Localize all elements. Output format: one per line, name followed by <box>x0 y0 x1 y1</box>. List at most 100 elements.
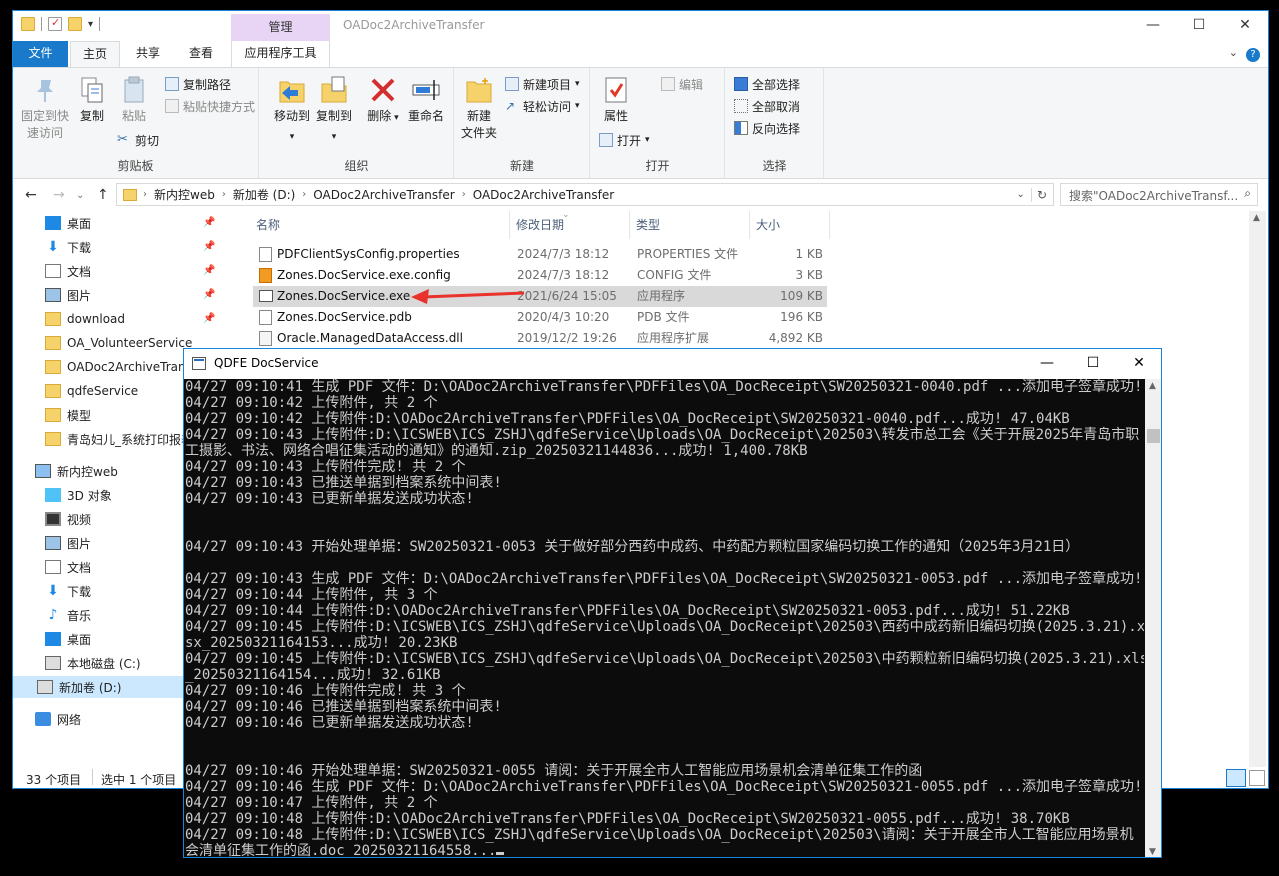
new-folder-icon[interactable] <box>68 17 82 31</box>
tab-file[interactable]: 文件 <box>13 41 68 67</box>
maximize-button[interactable]: ☐ <box>1176 11 1222 41</box>
breadcrumb-item[interactable]: OADoc2ArchiveTransfer <box>466 188 621 202</box>
nav-item-downloads-pinned[interactable]: ⬇ 下载 <box>45 236 91 258</box>
move-to-button[interactable]: 移动到 ▾ <box>272 74 312 146</box>
nav-item-this-pc[interactable]: 新内控web <box>35 460 118 482</box>
nav-label: 下载 <box>67 584 92 599</box>
back-arrow-icon[interactable]: ← <box>25 187 37 203</box>
nav-item-documents[interactable]: 文档 <box>45 556 91 578</box>
column-header-size[interactable]: 大小 <box>750 211 830 239</box>
close-button[interactable]: ✕ <box>1222 11 1268 41</box>
console-scroll-thumb[interactable] <box>1147 429 1160 443</box>
nav-item-download-folder[interactable]: download <box>45 308 125 330</box>
nav-item-downloads[interactable]: ⬇ 下载 <box>45 580 91 602</box>
console-minimize-button[interactable]: — <box>1024 349 1070 379</box>
large-icons-view-icon[interactable] <box>1249 770 1265 786</box>
status-divider <box>92 769 93 785</box>
nav-item-oa-volunteer[interactable]: OA_VolunteerService <box>45 332 192 354</box>
pin-icon[interactable]: 📌 <box>203 265 215 276</box>
file-row[interactable]: Zones.DocService.exe.config 2024/7/3 18:… <box>253 265 827 286</box>
pin-icon[interactable]: 📌 <box>203 217 215 228</box>
manage-tab[interactable]: 管理 <box>231 14 330 41</box>
tab-app-tools[interactable]: 应用程序工具 <box>231 41 330 67</box>
paste-shortcut-button[interactable]: 粘贴快捷方式 <box>165 96 255 116</box>
column-header-date[interactable]: 修改日期 ⌄ <box>510 210 630 239</box>
console-output[interactable]: 04/27 09:10:41 生成 PDF 文件：D:\OADoc2Archiv… <box>184 379 1144 857</box>
properties-icon[interactable] <box>48 16 62 31</box>
refresh-icon[interactable]: ↻ <box>1030 187 1047 202</box>
scroll-up-icon[interactable]: ▲ <box>1253 213 1260 223</box>
nav-item-qdfeservice[interactable]: qdfeService <box>45 380 138 402</box>
minimize-button[interactable]: — <box>1130 11 1176 41</box>
console-line: 04/27 09:10:47 上传附件, 共 2 个 <box>185 795 438 811</box>
file-row[interactable]: Oracle.ManagedDataAccess.dll 2019/12/2 1… <box>253 328 827 349</box>
easy-access-button[interactable]: ↗ 轻松访问 ▾ <box>505 96 580 116</box>
nav-item-oadoc2archive[interactable]: OADoc2ArchiveTrans <box>45 356 192 378</box>
help-icon[interactable]: ? <box>1246 48 1260 62</box>
copy-path-button[interactable]: 复制路径 <box>165 74 231 94</box>
breadcrumb-item[interactable]: 新加卷 (D:) <box>226 186 302 203</box>
console-close-button[interactable]: ✕ <box>1116 349 1161 379</box>
up-arrow-icon[interactable]: ↑ <box>97 187 109 203</box>
cut-button[interactable]: ✂ 剪切 <box>117 130 159 150</box>
tab-share[interactable]: 共享 <box>123 41 173 67</box>
file-list-scrollbar[interactable]: ▲ <box>1249 211 1266 767</box>
new-folder-button[interactable]: 新建 文件夹 <box>457 74 501 142</box>
copy-button[interactable]: 复制 <box>75 74 109 125</box>
address-dropdown-icon[interactable]: ⌄ <box>1017 189 1025 200</box>
paste-button[interactable]: 粘贴 <box>117 74 151 125</box>
details-view-icon[interactable] <box>1226 769 1246 787</box>
file-row[interactable]: Zones.DocService.pdb 2020/4/3 10:20 PDB … <box>253 307 827 328</box>
nav-item-desktop[interactable]: 桌面 <box>45 628 91 650</box>
search-input[interactable]: 搜索"OADoc2ArchiveTransf... ⌕ <box>1060 183 1258 206</box>
nav-item-qingdao-report[interactable]: 青岛妇儿_系统打印报表 <box>45 428 193 450</box>
chevron-down-icon[interactable]: ⌄ <box>1229 46 1238 59</box>
column-header-name[interactable]: 名称 <box>250 211 510 239</box>
select-none-button[interactable]: 全部取消 <box>734 96 800 116</box>
console-scrollbar[interactable]: ▲ ▼ <box>1145 379 1161 857</box>
new-item-button[interactable]: 新建项目 ▾ <box>505 74 580 94</box>
pin-icon[interactable]: 📌 <box>203 313 215 324</box>
console-maximize-button[interactable]: ☐ <box>1070 349 1116 379</box>
edit-button[interactable]: 编辑 <box>661 74 703 94</box>
nav-item-documents-pinned[interactable]: 文档 <box>45 260 91 282</box>
console-line: sx_20250321164153...成功! 20.23KB <box>185 635 458 651</box>
open-button[interactable]: 打开 ▾ <box>599 130 650 150</box>
tab-home[interactable]: 主页 <box>70 41 120 67</box>
select-all-button[interactable]: 全部选择 <box>734 74 800 94</box>
file-row[interactable]: PDFClientSysConfig.properties 2024/7/3 1… <box>253 244 827 265</box>
nav-item-network[interactable]: 网络 <box>35 708 81 730</box>
address-bar[interactable]: › 新内控web › 新加卷 (D:) › OADoc2ArchiveTrans… <box>116 183 1054 206</box>
invert-selection-button[interactable]: 反向选择 <box>734 118 800 138</box>
pin-icon[interactable]: 📌 <box>203 289 215 300</box>
console-line: 04/27 09:10:44 上传附件:D:\OADoc2ArchiveTran… <box>185 603 1070 619</box>
recent-locations-icon[interactable]: ⌄ <box>76 190 84 201</box>
customize-toolbar-icon[interactable]: ▾ <box>88 19 93 30</box>
breadcrumb-item[interactable]: 新内控web <box>147 186 222 203</box>
scroll-down-icon[interactable]: ▼ <box>1149 847 1156 857</box>
nav-item-pictures-pinned[interactable]: 图片 <box>45 284 91 306</box>
nav-item-music[interactable]: ♪ 音乐 <box>45 604 91 626</box>
nav-item-drive-d[interactable]: 新加卷 (D:) <box>13 676 184 698</box>
nav-item-models[interactable]: 模型 <box>45 404 91 426</box>
delete-label: 删除 ▾ <box>367 109 399 123</box>
pin-quick-access-button[interactable]: 固定到快 速访问 <box>17 74 73 142</box>
nav-item-desktop-pinned[interactable]: 桌面 <box>45 212 91 234</box>
delete-button[interactable]: 删除 ▾ <box>366 74 400 127</box>
pin-icon[interactable]: 📌 <box>203 241 215 252</box>
folder-icon[interactable] <box>21 17 35 31</box>
nav-item-pictures[interactable]: 图片 <box>45 532 91 554</box>
breadcrumb-item[interactable]: OADoc2ArchiveTransfer <box>306 188 461 202</box>
file-row-selected[interactable]: Zones.DocService.exe 2021/6/24 15:05 应用程… <box>253 286 827 307</box>
column-header-type[interactable]: 类型 <box>630 211 750 239</box>
properties-button[interactable]: 属性 <box>599 74 633 125</box>
scroll-up-icon[interactable]: ▲ <box>1149 381 1156 391</box>
nav-item-videos[interactable]: 视频 <box>45 508 91 530</box>
copy-to-button[interactable]: 复制到 ▾ <box>314 74 354 146</box>
nav-item-drive-c[interactable]: 本地磁盘 (C:) <box>45 652 141 674</box>
paste-label: 粘贴 <box>121 109 146 123</box>
rename-button[interactable]: 重命名 <box>404 74 448 125</box>
tab-view[interactable]: 查看 <box>176 41 226 67</box>
nav-item-3d-objects[interactable]: 3D 对象 <box>45 484 112 506</box>
forward-arrow-icon[interactable]: → <box>53 187 65 203</box>
